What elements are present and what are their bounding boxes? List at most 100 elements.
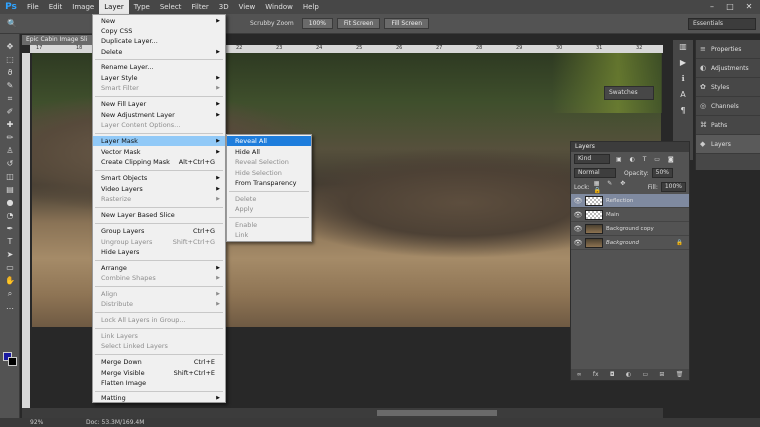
crop-tool-icon[interactable]: ⌗ bbox=[2, 92, 18, 105]
workspace-select[interactable]: Essentials bbox=[688, 18, 756, 30]
menu-image[interactable]: Image bbox=[67, 0, 99, 14]
menu-new[interactable]: New ▶ bbox=[93, 16, 225, 26]
menu-view[interactable]: View bbox=[234, 0, 261, 14]
submenu-reveal-selection[interactable]: Reveal Selection bbox=[227, 157, 311, 167]
submenu-delete[interactable]: Delete bbox=[227, 194, 311, 204]
menu-layer-style[interactable]: Layer Style ▶ bbox=[93, 73, 225, 83]
layers-panel-tab[interactable]: ◆ Layers bbox=[696, 135, 760, 154]
opacity-input[interactable]: 50% bbox=[651, 168, 674, 178]
menu-window[interactable]: Window bbox=[260, 0, 298, 14]
menu-flatten-image[interactable]: Flatten Image bbox=[93, 378, 225, 388]
maximize-button[interactable]: □ bbox=[722, 0, 738, 14]
properties-panel-tab[interactable]: ≡ Properties bbox=[696, 40, 760, 59]
menu-combine-shapes[interactable]: Combine Shapes ▶ bbox=[93, 273, 225, 283]
menu-lock-all-layers[interactable]: Lock All Layers in Group... bbox=[93, 315, 225, 325]
menu-new-layer-based-slice[interactable]: New Layer Based Slice bbox=[93, 210, 225, 220]
menu-matting[interactable]: Matting ▶ bbox=[93, 393, 225, 403]
menu-link-layers[interactable]: Link Layers bbox=[93, 331, 225, 341]
visibility-eye-icon[interactable]: 👁 bbox=[571, 225, 585, 233]
menu-select[interactable]: Select bbox=[155, 0, 187, 14]
history-brush-tool-icon[interactable]: ↺ bbox=[2, 157, 18, 170]
pen-tool-icon[interactable]: ✒ bbox=[2, 222, 18, 235]
menu-help[interactable]: Help bbox=[298, 0, 324, 14]
shape-tool-icon[interactable]: ▭ bbox=[2, 261, 18, 274]
info-panel-icon[interactable]: ℹ bbox=[675, 74, 691, 88]
move-tool-icon[interactable]: ✥ bbox=[2, 40, 18, 53]
zoom-100-button[interactable]: 100% bbox=[301, 18, 333, 29]
actions-panel-icon[interactable]: ▶ bbox=[675, 58, 691, 72]
more-tools-icon[interactable]: … bbox=[2, 300, 18, 313]
lock-icons[interactable]: ▦ ✎ ✥ 🔒 bbox=[594, 180, 640, 194]
menu-new-fill-layer[interactable]: New Fill Layer ▶ bbox=[93, 99, 225, 109]
layer-row-background[interactable]: 👁 Background 🔒 bbox=[571, 236, 689, 250]
submenu-hide-selection[interactable]: Hide Selection bbox=[227, 168, 311, 178]
menu-layer-content-options[interactable]: Layer Content Options... bbox=[93, 120, 225, 130]
menu-copy-css[interactable]: Copy CSS bbox=[93, 26, 225, 36]
menu-ungroup-layers[interactable]: Ungroup Layers Shift+Ctrl+G bbox=[93, 237, 225, 247]
styles-panel-tab[interactable]: ✿ Styles bbox=[696, 78, 760, 97]
submenu-apply[interactable]: Apply bbox=[227, 204, 311, 214]
eraser-tool-icon[interactable]: ◫ bbox=[2, 170, 18, 183]
dodge-tool-icon[interactable]: ◔ bbox=[2, 209, 18, 222]
visibility-eye-icon[interactable]: 👁 bbox=[571, 239, 585, 247]
menu-edit[interactable]: Edit bbox=[44, 0, 68, 14]
menu-merge-visible[interactable]: Merge Visible Shift+Ctrl+E bbox=[93, 368, 225, 378]
zoom-tool-side-icon[interactable]: ⌕ bbox=[2, 287, 18, 300]
horizontal-scrollbar[interactable] bbox=[22, 408, 663, 418]
character-panel-icon[interactable]: A bbox=[675, 90, 691, 104]
menu-rename-layer[interactable]: Rename Layer... bbox=[93, 62, 225, 72]
layer-row-main[interactable]: 👁 Main bbox=[571, 208, 689, 222]
new-layer-icon[interactable]: ⊞ bbox=[659, 371, 664, 378]
submenu-reveal-all[interactable]: Reveal All bbox=[227, 136, 311, 146]
menu-smart-objects[interactable]: Smart Objects ▶ bbox=[93, 173, 225, 183]
fit-screen-button[interactable]: Fit Screen bbox=[336, 18, 381, 29]
menu-distribute[interactable]: Distribute ▶ bbox=[93, 299, 225, 309]
fill-input[interactable]: 100% bbox=[660, 182, 686, 192]
menu-3d[interactable]: 3D bbox=[214, 0, 234, 14]
zoom-tool-icon[interactable]: 🔍 bbox=[4, 17, 20, 30]
menu-video-layers[interactable]: Video Layers ▶ bbox=[93, 184, 225, 194]
filter-icons[interactable]: ▣ ◐ T ▭ ◙ bbox=[616, 156, 677, 163]
type-tool-icon[interactable]: T bbox=[2, 235, 18, 248]
swatches-panel-tab[interactable]: Swatches bbox=[604, 86, 654, 100]
menu-file[interactable]: File bbox=[22, 0, 44, 14]
layer-filter-kind[interactable]: Kind bbox=[574, 154, 610, 164]
layer-row-background-copy[interactable]: 👁 Background copy bbox=[571, 222, 689, 236]
scrubby-zoom-label[interactable]: Scrubby Zoom bbox=[250, 20, 294, 27]
layers-panel-title[interactable]: Layers bbox=[571, 142, 689, 152]
hand-tool-icon[interactable]: ✋ bbox=[2, 274, 18, 287]
menu-new-adjustment-layer[interactable]: New Adjustment Layer ▶ bbox=[93, 110, 225, 120]
menu-filter[interactable]: Filter bbox=[186, 0, 213, 14]
doc-size-info[interactable]: Doc: 53.3M/169.4M bbox=[86, 418, 144, 427]
channels-panel-tab[interactable]: ◎ Channels bbox=[696, 97, 760, 116]
visibility-eye-icon[interactable]: 👁 bbox=[571, 211, 585, 219]
history-panel-icon[interactable]: ▥ bbox=[675, 42, 691, 56]
menu-select-linked-layers[interactable]: Select Linked Layers bbox=[93, 341, 225, 351]
menu-smart-filter[interactable]: Smart Filter ▶ bbox=[93, 83, 225, 93]
lasso-tool-icon[interactable]: ϑ bbox=[2, 66, 18, 79]
layer-row-reflection[interactable]: 👁 Reflection bbox=[571, 194, 689, 208]
menu-create-clipping-mask[interactable]: Create Clipping Mask Alt+Ctrl+G bbox=[93, 157, 225, 167]
menu-type[interactable]: Type bbox=[129, 0, 155, 14]
add-mask-icon[interactable]: ◘ bbox=[610, 371, 615, 378]
gradient-tool-icon[interactable]: ▤ bbox=[2, 183, 18, 196]
link-layers-icon[interactable]: ∞ bbox=[577, 371, 582, 378]
close-button[interactable]: ✕ bbox=[741, 0, 757, 14]
zoom-level[interactable]: 92% bbox=[30, 418, 43, 427]
submenu-hide-all[interactable]: Hide All bbox=[227, 147, 311, 157]
healing-brush-tool-icon[interactable]: ✚ bbox=[2, 118, 18, 131]
menu-rasterize[interactable]: Rasterize ▶ bbox=[93, 194, 225, 204]
menu-layer[interactable]: Layer bbox=[99, 0, 129, 14]
submenu-from-transparency[interactable]: From Transparency bbox=[227, 178, 311, 188]
new-adjustment-icon[interactable]: ◐ bbox=[626, 371, 631, 378]
menu-layer-mask[interactable]: Layer Mask ▶ bbox=[93, 136, 225, 146]
paragraph-panel-icon[interactable]: ¶ bbox=[675, 106, 691, 120]
document-tab[interactable]: Epic Cabin Image Sli bbox=[22, 35, 94, 45]
marquee-tool-icon[interactable]: ⬚ bbox=[2, 53, 18, 66]
path-select-tool-icon[interactable]: ➤ bbox=[2, 248, 18, 261]
new-group-icon[interactable]: ▭ bbox=[642, 371, 648, 378]
menu-merge-down[interactable]: Merge Down Ctrl+E bbox=[93, 357, 225, 367]
layer-style-icon[interactable]: fx bbox=[593, 371, 599, 378]
submenu-enable[interactable]: Enable bbox=[227, 220, 311, 230]
clone-stamp-tool-icon[interactable]: ♙ bbox=[2, 144, 18, 157]
